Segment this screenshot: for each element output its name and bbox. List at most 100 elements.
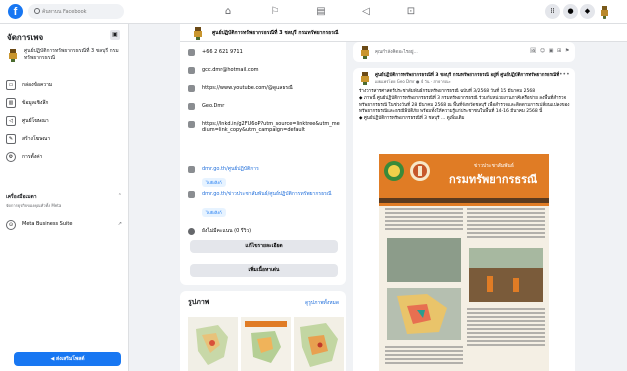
video-icon[interactable]: ⊡ [403, 4, 419, 20]
link-icon [188, 191, 195, 198]
meta-business-suite-link[interactable]: ⊙ Meta Business Suite ↗ [6, 219, 124, 231]
sidebar-item-create-ad[interactable]: ✎ สร้างโฆษณา [6, 133, 124, 145]
facebook-logo[interactable]: f [8, 4, 23, 19]
phone-icon [188, 49, 195, 56]
manage-page-sidebar: จัดการเพจ ▣ ศูนย์ปฏิบัติการทรัพยากรธรณีท… [0, 24, 129, 371]
page-header-name: ศูนย์ปฏิบัติการทรัพยากรธรณีที่ 3 ชลบุรี … [212, 30, 339, 36]
aerial-photo [387, 238, 461, 282]
top-navigation-bar: f ⌂ ⚐ ▤ ◁ ⊡ ⁞⁞ ● ◆ [0, 0, 627, 24]
post-meta: เผยแพร่โดย Geo Dmr ● 4 วัน · สาธารณะ [375, 79, 451, 84]
more-options-icon[interactable]: ••• [559, 71, 570, 78]
page-avatar [9, 49, 17, 62]
hazard-map [387, 288, 461, 340]
newsletter-strip [379, 198, 549, 203]
meta-tools-title: เครื่องมือเมตา [6, 194, 37, 200]
post-author[interactable]: ศูนย์ปฏิบัติการทรัพยากรธรณีที่ 3 ชลบุรี … [375, 71, 560, 78]
article-text-lines [385, 346, 463, 366]
meta-tools-section[interactable]: เครื่องมือเมตา จัดการธุรกิจของคุณทั่วทั้… [6, 193, 124, 209]
search-box[interactable] [28, 4, 124, 19]
link2-text[interactable]: dmr.go.th/ข่าวประชาสัมพันธ์/ศูนย์ปฏิบัติ… [202, 191, 342, 197]
newsletter-subtitle: ข่าวประชาสัมพันธ์ [474, 163, 514, 169]
search-input[interactable] [42, 6, 120, 17]
sidebar-page-name: ศูนย์ปฏิบัติการทรัพยากรธรณีที่ 3 ชลบุรี … [24, 48, 119, 61]
article-text-lines [385, 208, 463, 230]
sidebar-item-label: ศูนย์โฆษณา [22, 118, 49, 124]
sidebar-item-label: กล่องข้อความ [22, 82, 53, 88]
youtube-link[interactable]: https://www.youtube.com/@ดูแลธรณี [202, 85, 342, 91]
email-icon [188, 67, 195, 74]
photos-card: รูปภาพ ดูรูปภาพทั้งหมด [180, 291, 346, 371]
sidebar-item-label: ข้อมูลเชิงลึก [22, 100, 49, 106]
megaphone-icon[interactable]: ◁ [358, 4, 374, 20]
ministry-seal-image [384, 161, 404, 181]
article-text-lines [467, 208, 545, 238]
external-link-icon: ↗ [117, 221, 122, 227]
post-author-avatar[interactable] [359, 71, 371, 85]
article-text-lines [467, 308, 545, 348]
messenger-icon[interactable]: ● [563, 4, 578, 19]
marketplace-icon[interactable]: ▤ [313, 4, 329, 20]
post-paragraph: ร่างวารสารศาสตร์ประชาสัมพันธ์กรมทรัพยากร… [359, 89, 536, 94]
government-icon [188, 103, 195, 110]
sidebar-item-settings[interactable]: ⚙ การตั้งค่า [6, 151, 124, 163]
newsletter-left-column [385, 208, 463, 371]
composer-action-icons[interactable]: 🖼 ☺ ▣ ⊞ ⚑ [530, 48, 570, 54]
sidebar-item-inbox[interactable]: ▭ กล่องข้อความ [6, 79, 124, 91]
sidebar-item-label: สร้างโฆษณา [22, 136, 51, 142]
photo-thumbnail[interactable] [188, 317, 238, 371]
sidebar-title: จัดการเพจ [7, 33, 44, 42]
create-ad-icon: ✎ [6, 134, 16, 144]
email-address: gcc.dmr@hotmail.com [202, 67, 259, 73]
page-avatar[interactable] [192, 26, 204, 40]
search-icon [34, 8, 40, 14]
account-avatar[interactable] [597, 4, 612, 19]
field-photo [469, 248, 543, 302]
insights-icon: ▥ [6, 98, 16, 108]
notifications-icon[interactable]: ◆ [580, 4, 595, 19]
chevron-up-icon: ⌃ [117, 193, 122, 199]
sidebar-collapse-icon[interactable]: ▣ [110, 30, 120, 40]
newsletter-title: กรมทรัพยากรธรณี [449, 173, 538, 186]
link1-text[interactable]: dmr.go.th/ศูนย์ปฏิบัติการ [202, 166, 342, 172]
sidebar-item-label: การตั้งค่า [22, 154, 43, 160]
photo-thumbnail[interactable] [294, 317, 344, 371]
go-to-link-button-1[interactable]: ไปยังลิงก์ [202, 178, 226, 187]
post-composer[interactable]: คุณกำลังคิดอะไรอยู่... 🖼 ☺ ▣ ⊞ ⚑ [353, 42, 575, 62]
sidebar-item-insights[interactable]: ▥ ข้อมูลเชิงลึก [6, 97, 124, 109]
menu-grid-icon[interactable]: ⁞⁞ [545, 4, 560, 19]
promote-button-label: ส่งเสริมโพสต์ [56, 356, 85, 362]
flag-icon[interactable]: ⚐ [267, 4, 283, 20]
website-link[interactable]: https://lnkd.in/g2FU6oP?utm_source=linkt… [202, 121, 342, 133]
sidebar-item-ads-center[interactable]: ◁ ศูนย์โฆษณา [6, 115, 124, 127]
page-intro-card: +66 2 621 9711 gcc.dmr@hotmail.com https… [180, 42, 346, 285]
youtube-icon [188, 85, 195, 92]
newsletter-right-column [467, 208, 545, 371]
dmr-seal-image [410, 161, 430, 181]
sidebar-page-switcher[interactable]: ศูนย์ปฏิบัติการทรัพยากรธรณีที่ 3 ชลบุรี … [6, 46, 124, 70]
composer-placeholder[interactable]: คุณกำลังคิดอะไรอยู่... [375, 48, 418, 55]
add-featured-button[interactable]: เพิ่มเนื้อหาเด่น [190, 264, 338, 277]
rating-text: ยังไม่มีคะแนน (0 รีวิว) [202, 228, 252, 234]
link-icon [188, 166, 195, 173]
globe-icon [188, 121, 195, 128]
home-icon[interactable]: ⌂ [220, 4, 236, 20]
star-icon [188, 228, 195, 235]
ads-center-icon: ◁ [6, 116, 16, 126]
meta-tools-subtitle: จัดการธุรกิจของคุณทั่วทั้ง Meta [6, 203, 62, 208]
go-to-link-button-2[interactable]: ไปยังลิงก์ [202, 208, 226, 217]
post-image[interactable]: ข่าวประชาสัมพันธ์ กรมทรัพยากรธรณี [379, 154, 549, 371]
post-paragraph: ◆ ศูนย์ปฏิบัติการทรัพยากรธรณีที่ 3 ชลบุร… [359, 116, 465, 122]
promote-button[interactable]: ◀ ส่งเสริมโพสต์ [14, 352, 121, 366]
photo-thumbnail[interactable] [241, 317, 291, 371]
phone-number: +66 2 621 9711 [202, 49, 243, 55]
post-body: ร่างวารสารศาสตร์ประชาสัมพันธ์กรมทรัพยากร… [359, 89, 571, 123]
meta-business-suite-icon: ⊙ [6, 220, 16, 230]
gov-text: Geo.Dmr [202, 103, 225, 109]
page-header-strip: ศูนย์ปฏิบัติการทรัพยากรธรณีที่ 3 ชลบุรี … [180, 24, 627, 42]
see-all-photos-link[interactable]: ดูรูปภาพทั้งหมด [305, 299, 339, 307]
post-paragraph: ◆ ภาพนี้ ศูนย์ปฏิบัติการทรัพยากรธรณีที่ … [359, 96, 570, 114]
edit-details-button[interactable]: แก้ไขรายละเอียด [190, 240, 338, 253]
settings-icon: ⚙ [6, 152, 16, 162]
inbox-icon: ▭ [6, 80, 16, 90]
feed-post: ศูนย์ปฏิบัติการทรัพยากรธรณีที่ 3 ชลบุรี … [353, 68, 575, 371]
